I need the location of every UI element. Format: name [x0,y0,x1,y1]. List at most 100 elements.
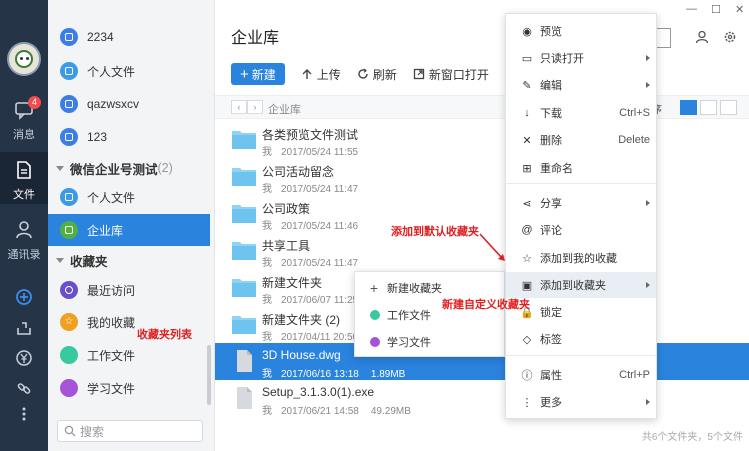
favorites-submenu: + 新建收藏夹 工作文件 学习文件 [354,271,505,357]
clock-icon [60,281,78,299]
detail-view-icon[interactable] [720,100,737,115]
search-icon [64,425,76,437]
refresh-button[interactable]: 刷新 [357,66,397,83]
back-icon[interactable]: ‹ [231,100,247,114]
dot-icon [60,379,78,397]
menu-item-share[interactable]: ⋖ 分享 [506,190,656,216]
panel-item-study-files[interactable]: 学习文件 [48,372,210,404]
rail-item-messages[interactable]: 4 消息 [0,92,48,144]
folder-add-icon: ▣ [521,279,533,292]
file-meta: 我 2017/06/16 13:18 1.89MB [262,365,405,380]
rail-item-files[interactable]: 文件 [0,152,48,204]
collapse-triangle-icon [56,165,64,171]
folder-row[interactable]: 公司政策我 2017/05/24 11:46 [215,195,749,232]
menu-item-open-folder[interactable]: ▭ 只读打开 [506,45,656,71]
maximize-icon[interactable]: ☐ [711,3,721,16]
panel-item-personal-files[interactable]: 个人文件 [48,55,210,87]
lock-file-icon [60,28,78,46]
forward-icon[interactable]: › [247,100,263,114]
menu-item-rename[interactable]: ⊞ 重命名 [506,155,656,181]
rail-item-contacts[interactable]: 通讯录 [0,212,48,264]
folder-icon [231,313,257,335]
menu-item-label: 锁定 [540,307,562,319]
panel-item-work-files[interactable]: 工作文件 [48,339,210,371]
yen-icon[interactable] [14,348,34,368]
menu-item-delete[interactable]: ✕ 删除 Delete [506,127,656,153]
folder-panel: 2234 个人文件 qazwsxcv 123 微信企业号测试 (2) 个人文件 … [48,0,215,451]
menu-item-label: 预览 [540,26,562,38]
file-date: 2017/06/16 13:18 [281,369,359,380]
search-input[interactable]: 搜索 [57,420,203,442]
annotation-arrow [479,233,505,261]
plus-icon: + [369,280,379,296]
menu-item-label: 删除 [540,135,562,147]
grid-view-icon[interactable] [680,100,697,115]
panel-scrollbar[interactable] [207,345,211,405]
new-window-label: 新窗口打开 [428,67,489,82]
file-date: 2017/05/24 11:47 [281,258,359,269]
add-circle-icon[interactable] [14,287,34,307]
menu-item-eye[interactable]: ◉ 预览 [506,18,656,44]
menu-item-info[interactable]: ⓘ 属性 Ctrl+P [506,362,656,388]
panel-item-label: 2234 [87,30,114,44]
more-vertical-icon[interactable] [14,404,34,424]
menu-item-tag[interactable]: ◇ 标签 [506,326,656,352]
unread-badge: 4 [28,96,41,109]
file-owner: 我 [262,295,272,306]
close-icon[interactable]: ✕ [735,3,744,16]
file-name: 各类预览文件测试 [262,128,359,142]
menu-item-star-outline[interactable]: ☆ 添加到我的收藏 [506,245,656,271]
menu-shortcut: Ctrl+S [619,107,650,119]
section-title: 收藏夹 [70,254,108,269]
menu-item-download[interactable]: ↓ 下载 Ctrl+S [506,100,656,126]
file-name: 3D House.dwg [262,348,341,362]
file-row[interactable]: Setup_3.1.3.0(1).exe 我 2017/06/21 14:58 49.… [215,380,749,417]
menu-item-pen[interactable]: ✎ 编辑 [506,72,656,98]
menu-separator [506,183,656,184]
minimize-icon[interactable]: — [686,3,697,15]
eye-icon: ◉ [522,25,532,38]
menu-item-folder-add[interactable]: ▣ 添加到收藏夹 [506,272,656,298]
user-icon[interactable] [695,30,709,44]
panel-section-favorites[interactable]: 收藏夹 [48,248,210,272]
upload-button[interactable]: 上传 [301,66,341,83]
panel-section-wechat[interactable]: 微信企业号测试 (2) [48,156,210,180]
file-date: 2017/04/11 20:50 [281,332,359,343]
folder-icon [231,128,257,150]
panel-item-123[interactable]: 123 [48,121,210,153]
menu-item-label: 属性 [540,370,562,382]
folder-row[interactable]: 公司活动留念我 2017/05/24 11:47 [215,158,749,195]
open-folder-icon: ▭ [521,52,533,65]
avatar[interactable] [7,42,41,76]
folder-row[interactable]: 各类预览文件测试我 2017/05/24 11:55 [215,121,749,158]
file-date: 2017/05/24 11:47 [281,184,359,195]
submenu-arrow-icon [646,399,650,405]
folder-icon [231,165,257,187]
panel-toggle-icon[interactable] [655,28,671,48]
link-icon[interactable] [14,378,34,398]
file-owner: 我 [262,184,272,195]
upload-icon [302,69,312,79]
menu-item-label: 编辑 [540,80,562,92]
panel-item-enterprise-library[interactable]: 企业库 [48,214,210,246]
settings-icon[interactable] [723,30,737,44]
lock-file-icon [60,95,78,113]
menu-item-more[interactable]: ⋮ 更多 [506,389,656,415]
menu-item-at[interactable]: @ 评论 [506,217,656,243]
breadcrumb-bar: ‹ › 企业库 序 [215,95,749,119]
breadcrumb[interactable]: 企业库 [268,101,301,117]
panel-item-qazwsxcv[interactable]: qazwsxcv [48,88,210,120]
section-count: (2) [157,161,173,175]
new-window-button[interactable]: 新窗口打开 [413,66,489,83]
pen-icon: ✎ [522,79,532,92]
panel-item-wechat-personal[interactable]: 个人文件 [48,181,210,213]
import-icon[interactable] [14,318,34,338]
app-rail: 4 消息 文件 通讯录 [0,0,48,451]
list-view-icon[interactable] [700,100,717,115]
panel-item-recent[interactable]: 最近访问 [48,274,210,306]
menu-item-label: 标签 [540,334,562,346]
folder-icon [231,239,257,261]
panel-item-2234[interactable]: 2234 [48,21,210,53]
new-button[interactable]: + 新建 [231,63,285,85]
submenu-study-files[interactable]: 学习文件 [355,329,504,355]
